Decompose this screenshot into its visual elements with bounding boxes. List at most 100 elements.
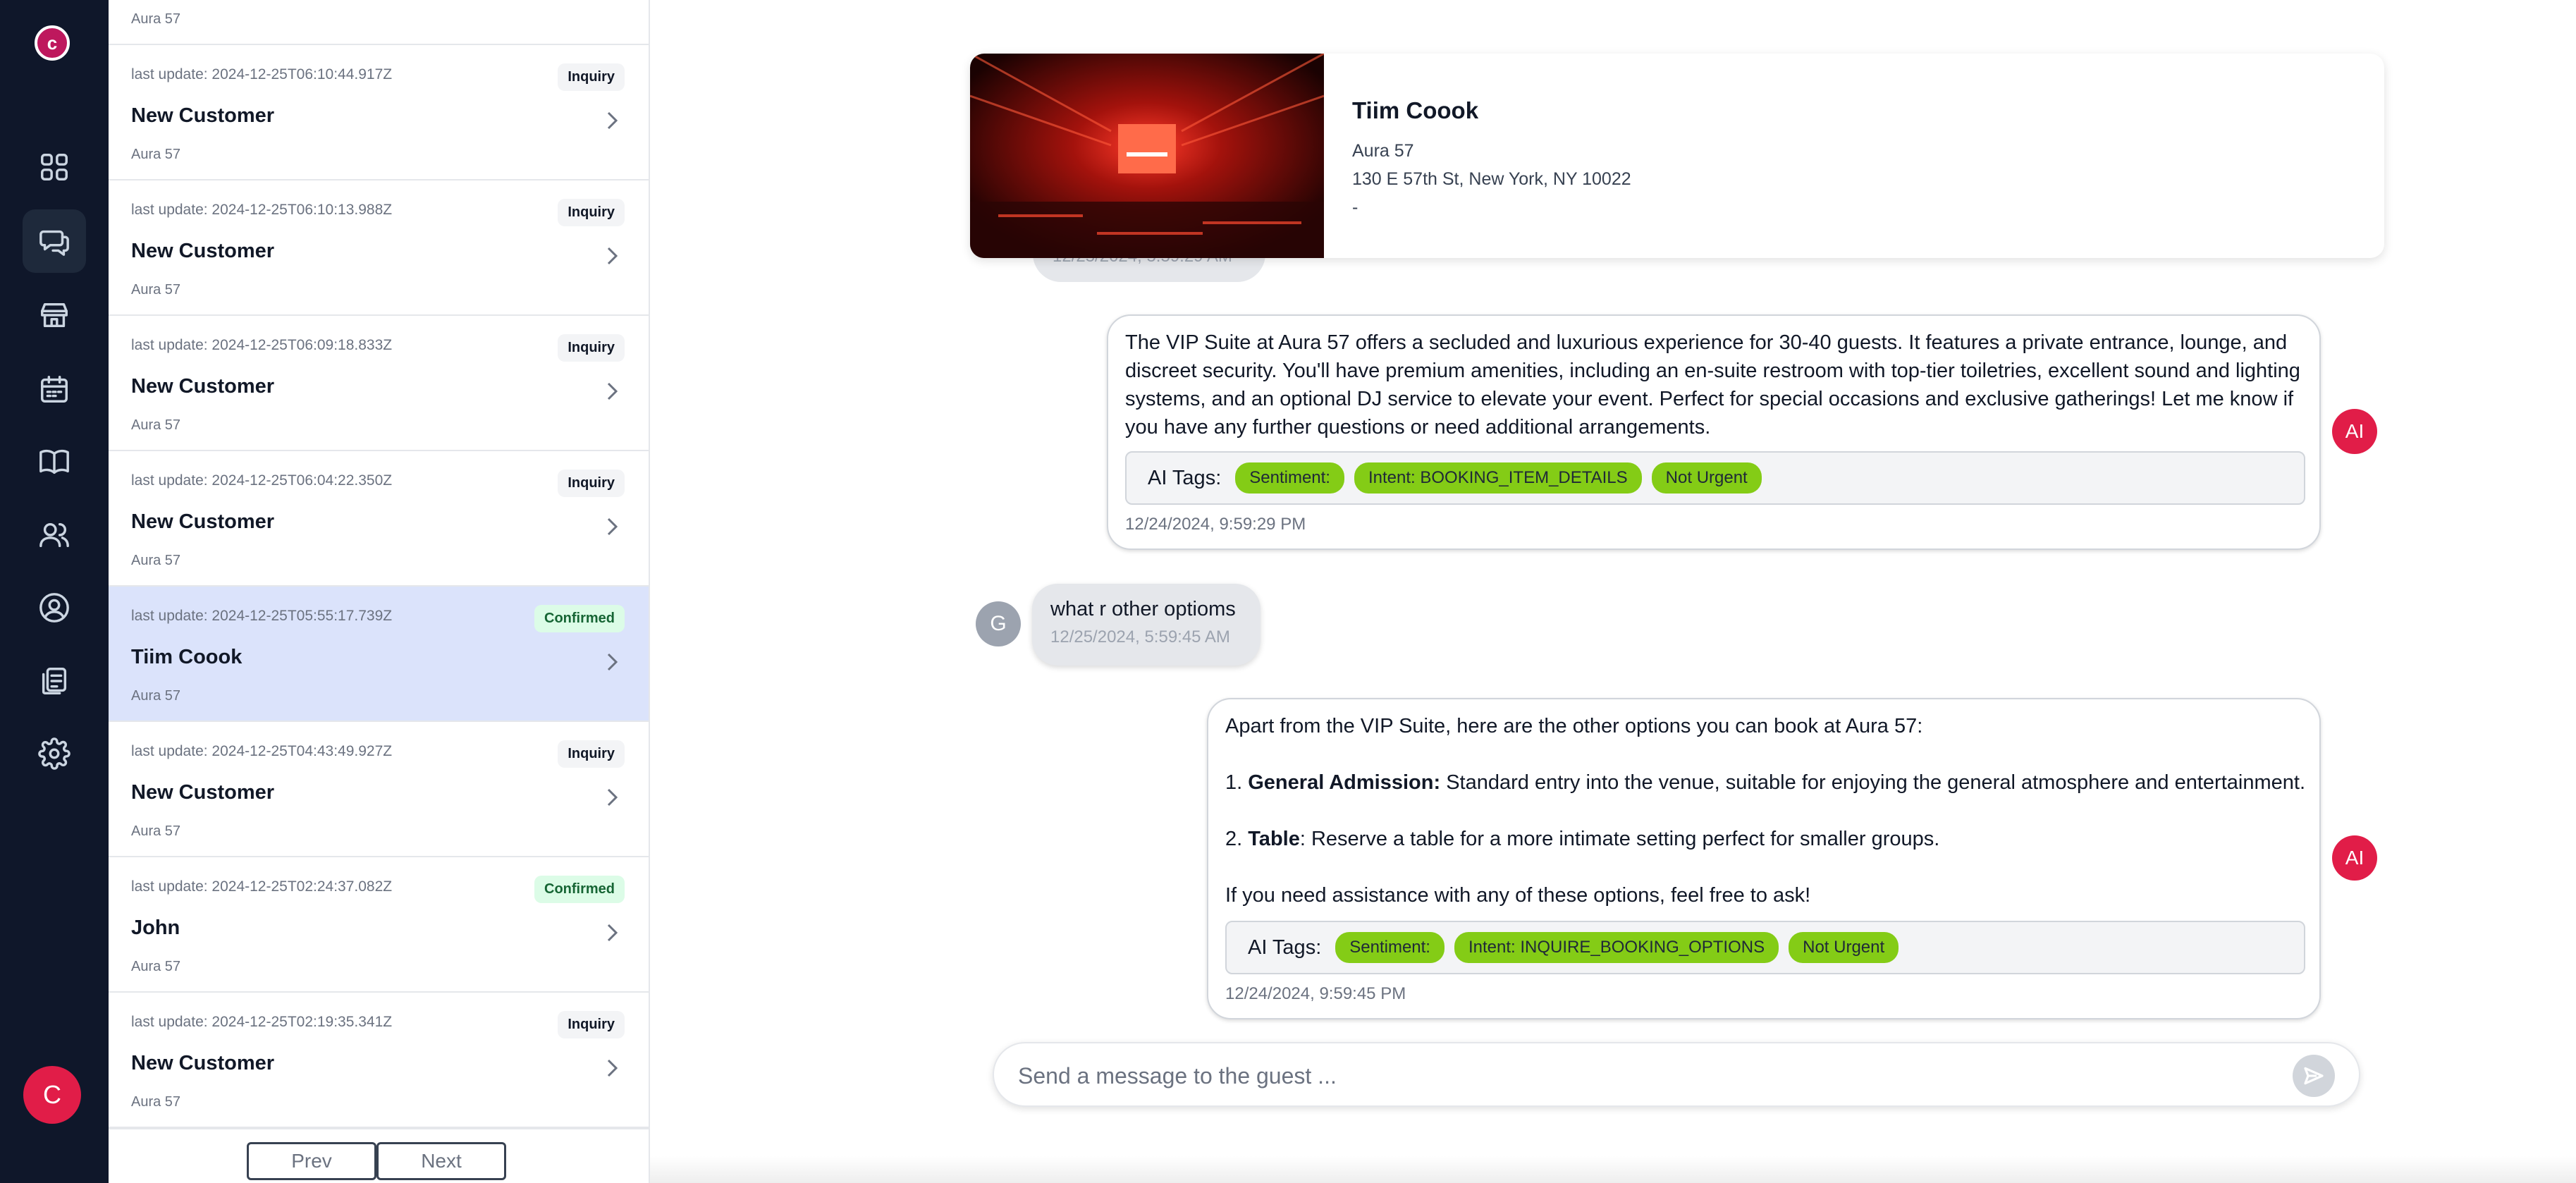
chat-icon[interactable] — [23, 209, 86, 273]
list-item-last-update: last update: 2024-12-25T06:10:44.917Z — [131, 66, 393, 82]
ai-tags: AI Tags: Sentiment: Intent: BOOKING_ITEM… — [1125, 451, 2305, 505]
ai-tags-label: AI Tags: — [1248, 936, 1322, 959]
chevron-right-icon — [605, 1058, 620, 1079]
clipboard-icon[interactable] — [23, 649, 86, 713]
card-extra: - — [1352, 197, 1358, 217]
pagination: Prev Next — [109, 1128, 649, 1183]
nav-rail: c C — [0, 0, 109, 1183]
list-item[interactable]: last update: 2024-12-25T06:10:13.988Z Inq… — [109, 180, 649, 316]
chevron-right-icon — [605, 651, 620, 673]
list-item-last-update: last update: 2024-12-25T02:19:35.341Z — [131, 1014, 393, 1030]
list-item-last-update: last update: 2024-12-25T05:55:17.739Z — [131, 608, 393, 624]
tag-intent: Intent: INQUIRE_BOOKING_OPTIONS — [1454, 932, 1779, 963]
calendar-icon[interactable] — [23, 357, 86, 421]
list-item[interactable]: last update: 2024-12-25T02:19:35.341Z Inq… — [109, 993, 649, 1128]
user-circle-icon[interactable] — [23, 576, 86, 639]
list-item[interactable]: last update: 2024-12-25T06:10:44.917Z Inq… — [109, 45, 649, 180]
prev-button[interactable]: Prev — [247, 1142, 376, 1180]
tag-urgency: Not Urgent — [1789, 932, 1899, 963]
list-item[interactable]: Aura 57 — [109, 0, 649, 45]
status-badge: Inquiry — [558, 470, 625, 497]
list-item[interactable]: last update: 2024-12-25T02:24:37.082Z Con… — [109, 857, 649, 993]
guest-message-text: what r other optioms — [1050, 598, 1236, 620]
status-badge: Inquiry — [558, 1011, 625, 1038]
list-item-venue: Aura 57 — [131, 11, 181, 27]
workspace-avatar[interactable]: c — [35, 25, 70, 61]
chevron-right-icon — [605, 922, 620, 943]
status-badge: Confirmed — [534, 605, 625, 632]
tag-intent: Intent: BOOKING_ITEM_DETAILS — [1354, 462, 1642, 494]
list-item-venue: Aura 57 — [131, 417, 181, 433]
card-address: 130 E 57th St, New York, NY 10022 — [1352, 169, 1631, 189]
list-item-name: New Customer — [131, 240, 275, 262]
list-item[interactable]: last update: 2024-12-25T06:09:18.833Z Inq… — [109, 316, 649, 451]
list-item[interactable]: last update: 2024-12-25T06:04:22.350Z Inq… — [109, 451, 649, 587]
ai-message: Apart from the VIP Suite, here are the o… — [1207, 698, 2321, 1019]
guest-avatar: G — [976, 601, 1021, 646]
ai-avatar: AI — [2332, 835, 2377, 881]
store-icon[interactable] — [23, 283, 86, 347]
chevron-right-icon — [605, 787, 620, 808]
list-item-name: New Customer — [131, 104, 275, 127]
chevron-right-icon — [605, 381, 620, 402]
list-item-name: Tiim Coook — [131, 646, 243, 668]
list-item-last-update: last update: 2024-12-25T04:43:49.927Z — [131, 743, 393, 759]
user-avatar[interactable]: C — [23, 1066, 81, 1124]
status-badge: Confirmed — [534, 876, 625, 903]
message-timestamp: 12/24/2024, 9:59:29 PM — [1125, 515, 1306, 534]
list-item-name: New Customer — [131, 510, 275, 533]
tag-sentiment: Sentiment: — [1235, 462, 1344, 494]
ai-message-outro: If you need assistance with any of these… — [1225, 884, 1811, 907]
ai-message-text: The VIP Suite at Aura 57 offers a seclud… — [1125, 331, 2300, 439]
status-badge: Inquiry — [558, 63, 625, 91]
ai-tags: AI Tags: Sentiment: Intent: INQUIRE_BOOK… — [1225, 921, 2305, 974]
list-item[interactable]: last update: 2024-12-25T04:43:49.927Z Inq… — [109, 722, 649, 857]
list-item-name: New Customer — [131, 1052, 275, 1074]
list-item-venue: Aura 57 — [131, 147, 181, 162]
chevron-right-icon — [605, 245, 620, 266]
list-item-name: New Customer — [131, 375, 275, 398]
list-item-venue: Aura 57 — [131, 1094, 181, 1110]
list-item-venue: Aura 57 — [131, 823, 181, 839]
list-item-venue: Aura 57 — [131, 553, 181, 568]
message-input[interactable] — [1017, 1056, 2274, 1096]
next-button[interactable]: Next — [376, 1142, 506, 1180]
footer-shade — [650, 1156, 2576, 1183]
ai-message-intro: Apart from the VIP Suite, here are the o… — [1225, 715, 1923, 737]
status-badge: Inquiry — [558, 740, 625, 768]
message-timestamp: 12/24/2024, 9:59:45 PM — [1225, 984, 1406, 1003]
card-venue: Aura 57 — [1352, 141, 1414, 161]
status-badge: Inquiry — [558, 199, 625, 226]
guest-name: Tiim Coook — [1352, 97, 1479, 123]
option-item: 1. General Admission: Standard entry int… — [1225, 771, 2305, 794]
ai-message: The VIP Suite at Aura 57 offers a seclud… — [1107, 314, 2321, 550]
send-button[interactable] — [2293, 1055, 2335, 1097]
venue-photo — [970, 54, 1324, 258]
users-icon[interactable] — [23, 503, 86, 567]
message-timestamp: 12/25/2024, 5:59:45 AM — [1050, 627, 1230, 646]
send-icon — [2304, 1067, 2324, 1085]
tag-urgency: Not Urgent — [1651, 462, 1762, 494]
list-item-venue: Aura 57 — [131, 282, 181, 298]
option-item: 2. Table: Reserve a table for a more int… — [1225, 828, 1940, 850]
status-badge: Inquiry — [558, 334, 625, 362]
settings-icon[interactable] — [23, 722, 86, 785]
ai-tags-label: AI Tags: — [1148, 466, 1222, 489]
tag-sentiment: Sentiment: — [1335, 932, 1445, 963]
list-item-venue: Aura 57 — [131, 688, 181, 704]
list-item-last-update: last update: 2024-12-25T06:09:18.833Z — [131, 337, 393, 353]
chat-panel: 12/25/2024, 5:59:29 AM Tiim Coook Aura 5… — [650, 0, 2576, 1183]
list-item-name: John — [131, 917, 180, 939]
dashboard-icon[interactable] — [23, 135, 86, 199]
conversation-list: Aura 57 last update: 2024-12-25T06:10:44… — [109, 0, 650, 1183]
list-item-last-update: last update: 2024-12-25T06:04:22.350Z — [131, 472, 393, 489]
list-item-name: New Customer — [131, 781, 275, 804]
list-item-venue: Aura 57 — [131, 959, 181, 974]
guest-card: Tiim Coook Aura 57 130 E 57th St, New Yo… — [970, 54, 2384, 258]
ai-avatar: AI — [2332, 409, 2377, 454]
list-item-last-update: last update: 2024-12-25T06:10:13.988Z — [131, 202, 393, 218]
chevron-right-icon — [605, 110, 620, 131]
book-icon[interactable] — [23, 430, 86, 494]
list-item[interactable]: last update: 2024-12-25T05:55:17.739Z Con… — [109, 587, 649, 722]
chevron-right-icon — [605, 516, 620, 537]
